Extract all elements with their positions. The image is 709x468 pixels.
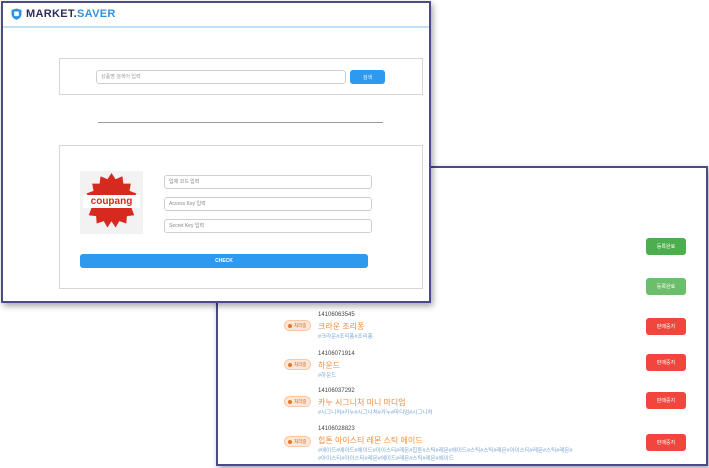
coupang-wordmark: coupang	[90, 196, 133, 207]
product-tags: #하운드	[318, 373, 337, 379]
dot-icon	[288, 399, 292, 404]
secret-key-input[interactable]: Secret Key 입력	[164, 219, 372, 233]
product-name[interactable]: 카누 시그니처 미니 마디엄	[318, 397, 406, 408]
registered-button[interactable]: 등록완료	[646, 278, 686, 295]
stop-sale-button[interactable]: 판매중지	[646, 318, 686, 335]
product-row: 처리중 14106037292 카누 시그니처 미니 마디엄 #시그니처#카누#…	[284, 388, 644, 418]
product-row: 처리중 14106063545 크라운 조리퐁 #크라운#조리퐁#조리퐁	[284, 312, 644, 342]
status-badge: 처리중	[284, 396, 311, 407]
dot-icon	[288, 323, 292, 328]
product-name[interactable]: 힙톤 아이스티 레몬 스틱 에이드	[318, 435, 423, 446]
badge-label: 처리중	[294, 322, 307, 328]
badge-label: 처리중	[294, 438, 307, 444]
search-input[interactable]: 상품명 검색어 입력	[96, 70, 346, 84]
access-key-input[interactable]: Access Key 입력	[164, 197, 372, 211]
product-id: 14106037292	[318, 388, 355, 394]
stop-sale-button[interactable]: 판매중지	[646, 392, 686, 409]
dot-icon	[288, 362, 292, 367]
header-divider	[3, 26, 429, 28]
product-tags: #시그니처#카누#시그니처#카누#마디엄#시그니처	[318, 410, 433, 416]
badge-label: 처리중	[294, 398, 307, 404]
check-button[interactable]: CHECK	[80, 254, 368, 268]
shield-icon	[11, 8, 22, 20]
product-tags: #아이스티#아이스티#레몬#에이드#레몬#스틱#레몬#에이드	[318, 456, 454, 462]
status-badge: 처리중	[284, 320, 311, 331]
product-id: 14106071914	[318, 351, 355, 357]
search-panel: 상품명 검색어 입력 검색	[59, 58, 423, 95]
stop-sale-button[interactable]: 판매중지	[646, 354, 686, 371]
product-row: 처리중 14106028823 힙톤 아이스티 레몬 스틱 에이드 #에이드#에…	[284, 426, 644, 464]
section-divider	[98, 122, 383, 123]
credentials-panel: coupang 업체 코드 입력 Access Key 입력 Secret Ke…	[59, 145, 423, 289]
product-row: 처리중 14106071914 하운드 #하운드	[284, 351, 644, 381]
product-tags: #크라운#조리퐁#조리퐁	[318, 334, 373, 340]
coupang-connect-window: MARKET.SAVER 상품명 검색어 입력 검색 coupang 업체 코드…	[1, 1, 431, 303]
dot-icon	[288, 439, 292, 444]
product-id: 14106063545	[318, 312, 355, 318]
search-button[interactable]: 검색	[350, 70, 385, 84]
status-badge: 처리중	[284, 436, 311, 447]
header: MARKET.SAVER	[3, 3, 429, 29]
status-badge: 처리중	[284, 359, 311, 370]
product-id: 14106028823	[318, 426, 355, 432]
app-logo[interactable]: MARKET.SAVER	[26, 8, 116, 20]
product-tags: #에이드#에이드#에이드#아이스티#레몬#힙톤#스틱#레몬#에이드#스틱#스틱#…	[318, 448, 573, 454]
vendor-code-input[interactable]: 업체 코드 입력	[164, 175, 372, 189]
product-name[interactable]: 하운드	[318, 360, 340, 371]
product-name[interactable]: 크라운 조리퐁	[318, 321, 364, 332]
stop-sale-button[interactable]: 판매중지	[646, 434, 686, 451]
registered-button[interactable]: 등록완료	[646, 238, 686, 255]
badge-label: 처리중	[294, 361, 307, 367]
